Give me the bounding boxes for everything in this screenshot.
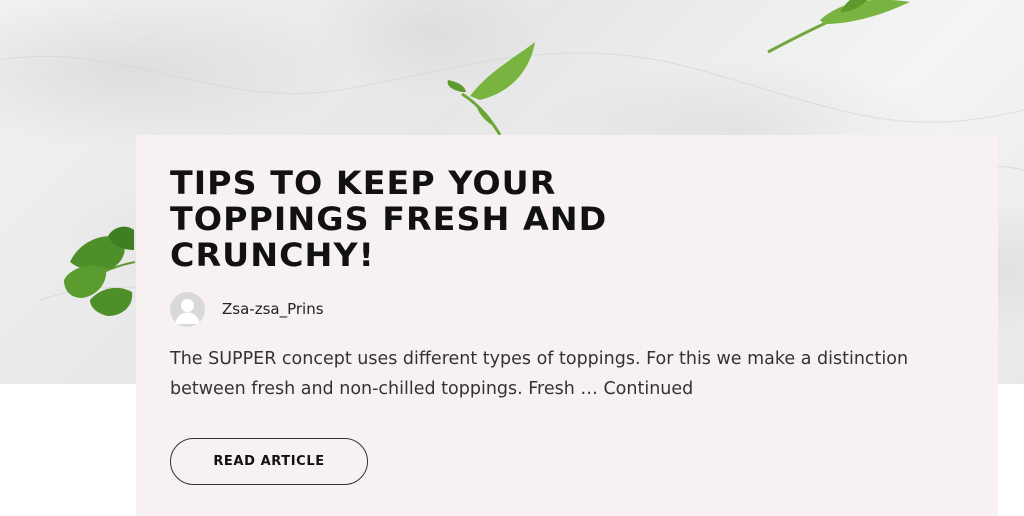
parsley-sprig-left (64, 226, 136, 316)
author-byline: Zsa-zsa_Prins (170, 291, 324, 327)
article-excerpt: The SUPPER concept uses different types … (170, 349, 909, 399)
default-user-avatar-icon (170, 291, 205, 327)
read-article-button[interactable]: READ ARTICLE (170, 438, 368, 485)
article-title[interactable]: TIPS TO KEEP YOUR TOPPINGS FRESH AND CRU… (170, 165, 752, 273)
arugula-leaf-center (447, 42, 535, 136)
article-card: TIPS TO KEEP YOUR TOPPINGS FRESH AND CRU… (136, 135, 998, 516)
arugula-leaf-top-right (767, 0, 910, 54)
author-name[interactable]: Zsa-zsa_Prins (222, 300, 324, 318)
